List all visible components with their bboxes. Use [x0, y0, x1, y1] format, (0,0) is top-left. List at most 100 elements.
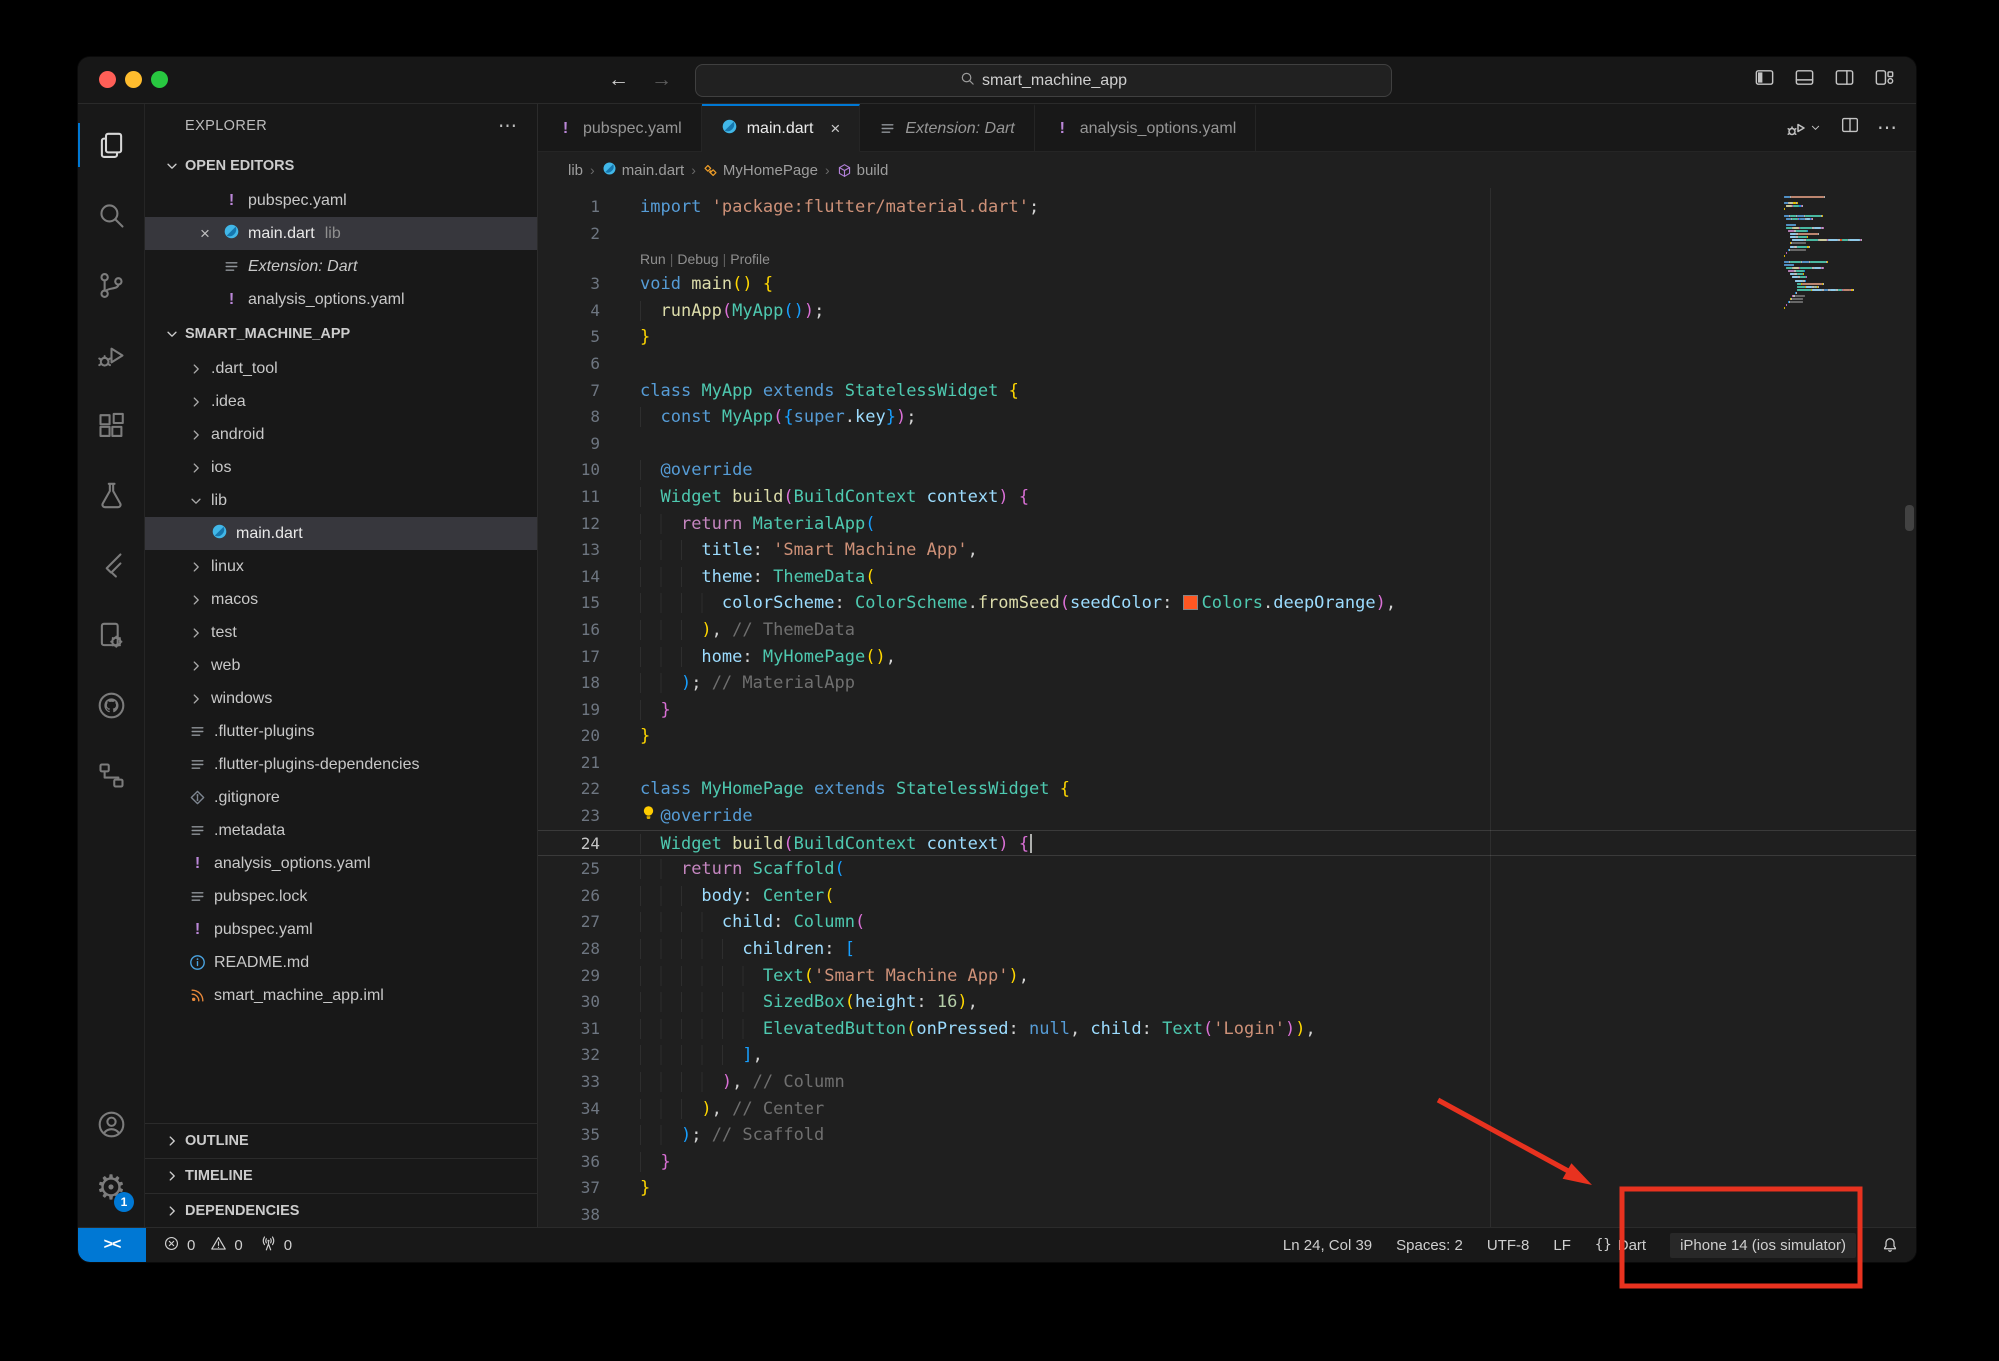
zoom-window-button[interactable] [151, 71, 168, 88]
code-editor[interactable]: 1import 'package:flutter/material.dart';… [538, 188, 1916, 1228]
tree-file-readme-md[interactable]: README.md [145, 946, 537, 979]
tree-file--metadata[interactable]: .metadata [145, 814, 537, 847]
open-editor-pubspec-yaml[interactable]: !pubspec.yaml [145, 184, 537, 217]
minimize-window-button[interactable] [125, 71, 142, 88]
device-selector[interactable]: iPhone 14 (ios simulator) [1670, 1233, 1856, 1258]
code-line-16[interactable]: 16 ), // ThemeData [538, 617, 1916, 644]
layout-custom-button[interactable] [1873, 66, 1896, 94]
code-line-27[interactable]: 27 child: Column( [538, 909, 1916, 936]
code-line-36[interactable]: 36 } [538, 1149, 1916, 1176]
activity-item-code-runner[interactable] [78, 600, 144, 670]
tree-file--flutter-plugins-dependencies[interactable]: .flutter-plugins-dependencies [145, 748, 537, 781]
open-editor-analysis-options-yaml[interactable]: !analysis_options.yaml [145, 283, 537, 316]
tree-file-main-dart[interactable]: main.dart [145, 517, 537, 550]
code-line-7[interactable]: 7class MyApp extends StatelessWidget { [538, 378, 1916, 405]
code-line-4[interactable]: 4 runApp(MyApp()); [538, 298, 1916, 325]
tree-file-smart-machine-app-iml[interactable]: smart_machine_app.iml [145, 979, 537, 1012]
tree-folder-lib[interactable]: lib [145, 484, 537, 517]
tree-folder-test[interactable]: test [145, 616, 537, 649]
layout-panel-button[interactable] [1793, 66, 1816, 94]
code-line-6[interactable]: 6 [538, 351, 1916, 378]
tab-analysis-options-yaml[interactable]: !analysis_options.yaml [1035, 104, 1257, 152]
code-line-31[interactable]: 31 ElevatedButton(onPressed: null, child… [538, 1016, 1916, 1043]
activity-item-account[interactable] [78, 1092, 144, 1156]
code-line-9[interactable]: 9 [538, 431, 1916, 458]
split-editor-button[interactable] [1839, 114, 1861, 141]
code-line-11[interactable]: 11 Widget build(BuildContext context) { [538, 484, 1916, 511]
activity-item-settings[interactable]: ⚙1 [78, 1156, 144, 1220]
tree-file--gitignore[interactable]: .gitignore [145, 781, 537, 814]
tree-file--flutter-plugins[interactable]: .flutter-plugins [145, 715, 537, 748]
tree-folder-windows[interactable]: windows [145, 682, 537, 715]
lightbulb-icon[interactable] [640, 803, 660, 830]
activity-item-explorer[interactable] [78, 110, 144, 180]
tree-file-analysis-options-yaml[interactable]: !analysis_options.yaml [145, 847, 537, 880]
tab-main-dart[interactable]: main.dart× [702, 104, 861, 152]
tree-file-pubspec-lock[interactable]: pubspec.lock [145, 880, 537, 913]
tree-folder-web[interactable]: web [145, 649, 537, 682]
back-arrow-icon[interactable]: ← [608, 68, 629, 92]
breadcrumb-lib[interactable]: lib [568, 162, 583, 179]
problems-status[interactable]: 0 0 [162, 1234, 243, 1257]
close-editor-icon[interactable]: × [195, 224, 215, 244]
breadcrumb-main-dart[interactable]: main.dart [602, 161, 685, 180]
open-editors-header[interactable]: OPEN EDITORS [145, 148, 537, 184]
activity-item-github[interactable] [78, 670, 144, 740]
more-actions-icon[interactable]: ⋯ [498, 115, 519, 138]
section-outline[interactable]: OUTLINE [145, 1123, 537, 1158]
code-line-30[interactable]: 30 SizedBox(height: 16), [538, 989, 1916, 1016]
section-dependencies[interactable]: DEPENDENCIES [145, 1193, 537, 1228]
tree-folder-macos[interactable]: macos [145, 583, 537, 616]
tree-folder--dart-tool[interactable]: .dart_tool [145, 352, 537, 385]
activity-item-source-control[interactable] [78, 250, 144, 320]
tree-file-pubspec-yaml[interactable]: !pubspec.yaml [145, 913, 537, 946]
layout-sidebar-right-button[interactable] [1833, 66, 1856, 94]
code-line-8[interactable]: 8 const MyApp({super.key}); [538, 404, 1916, 431]
code-line-1[interactable]: 1import 'package:flutter/material.dart'; [538, 194, 1916, 221]
run-and-debug-button[interactable] [1784, 116, 1823, 140]
code-line-29[interactable]: 29 Text('Smart Machine App'), [538, 963, 1916, 990]
open-editor-main-dart[interactable]: ×main.dartlib [145, 217, 537, 250]
breadcrumb-build[interactable]: build [837, 162, 889, 179]
codelens-debug[interactable]: Debug [677, 251, 718, 267]
indentation[interactable]: Spaces: 2 [1396, 1237, 1463, 1254]
ports-status[interactable]: 0 [259, 1234, 292, 1257]
project-root-header[interactable]: SMART_MACHINE_APP [145, 316, 537, 352]
code-line-23[interactable]: 23@override [538, 803, 1916, 830]
code-line-32[interactable]: 32 ], [538, 1042, 1916, 1069]
code-line-3[interactable]: 3void main() { [538, 271, 1916, 298]
activity-item-search[interactable] [78, 180, 144, 250]
code-line-5[interactable]: 5} [538, 324, 1916, 351]
activity-item-flutter[interactable] [78, 530, 144, 600]
code-line-19[interactable]: 19 } [538, 697, 1916, 724]
code-line-10[interactable]: 10 @override [538, 457, 1916, 484]
code-line-21[interactable]: 21 [538, 750, 1916, 777]
notifications-bell-icon[interactable] [1880, 1235, 1900, 1255]
breadcrumb-myhomepage[interactable]: MyHomePage [703, 162, 818, 179]
section-timeline[interactable]: TIMELINE [145, 1158, 537, 1193]
code-line-22[interactable]: 22class MyHomePage extends StatelessWidg… [538, 776, 1916, 803]
tree-folder--idea[interactable]: .idea [145, 385, 537, 418]
minimap[interactable] [1784, 196, 1902, 314]
code-line-15[interactable]: 15 colorScheme: ColorScheme.fromSeed(see… [538, 590, 1916, 617]
eol-sequence[interactable]: LF [1553, 1237, 1571, 1254]
tree-folder-ios[interactable]: ios [145, 451, 537, 484]
code-line-34[interactable]: 34 ), // Center [538, 1096, 1916, 1123]
command-center-search[interactable]: smart_machine_app [695, 64, 1392, 97]
code-line-17[interactable]: 17 home: MyHomePage(), [538, 644, 1916, 671]
close-tab-icon[interactable]: × [830, 119, 840, 139]
activity-item-extensions[interactable] [78, 390, 144, 460]
code-line-20[interactable]: 20} [538, 723, 1916, 750]
codelens-run[interactable]: Run [640, 251, 666, 267]
code-line-25[interactable]: 25 return Scaffold( [538, 856, 1916, 883]
scrollbar-thumb[interactable] [1905, 505, 1914, 531]
code-line-37[interactable]: 37} [538, 1175, 1916, 1202]
tree-folder-linux[interactable]: linux [145, 550, 537, 583]
tree-folder-android[interactable]: android [145, 418, 537, 451]
code-line-26[interactable]: 26 body: Center( [538, 883, 1916, 910]
open-editor-extension-dart[interactable]: Extension: Dart [145, 250, 537, 283]
activity-item-testing[interactable] [78, 460, 144, 530]
tab-extension-dart[interactable]: Extension: Dart [860, 104, 1034, 152]
code-line-24[interactable]: 24 Widget build(BuildContext context) { [538, 830, 1916, 857]
code-line-38[interactable]: 38 [538, 1202, 1916, 1228]
